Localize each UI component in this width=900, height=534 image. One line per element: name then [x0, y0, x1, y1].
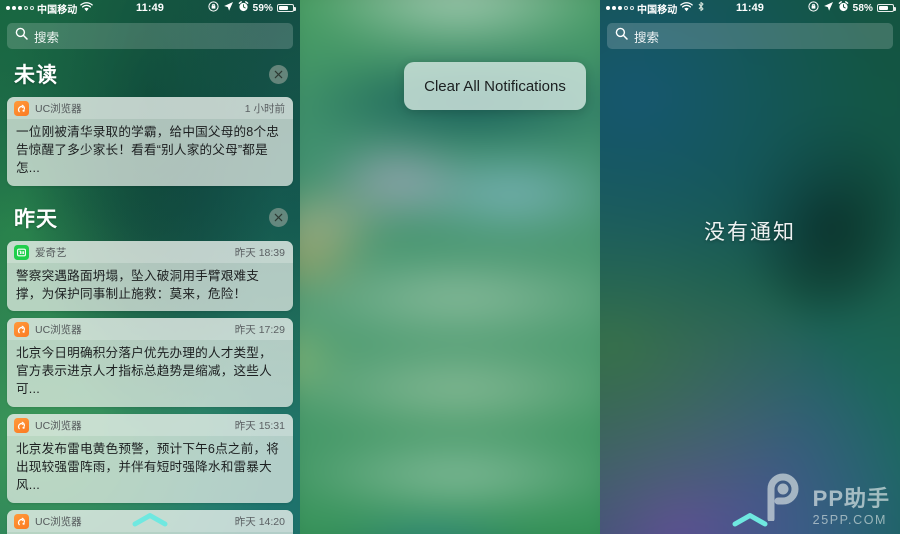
watermark-pp-assistant: PP助手 25PP.COM — [761, 473, 890, 526]
status-bar-right: 中国移动 11:49 58% — [600, 0, 900, 16]
status-right-group: 59% — [208, 1, 296, 15]
uc-browser-icon — [14, 418, 29, 433]
notification-card[interactable]: UC浏览器 1 小时前 一位刚被清华录取的学霸，给中国父母的8个忠告惊醒了多少家… — [7, 97, 293, 186]
close-icon — [274, 70, 283, 78]
status-bar-left: 中国移动 11:49 59% — [0, 0, 300, 16]
alarm-clock-icon — [238, 1, 249, 15]
wifi-icon — [80, 1, 94, 15]
group-title: 未读 — [14, 64, 58, 87]
notification-app-name: UC浏览器 — [35, 420, 82, 432]
notification-body: 警察突遇路面坍塌，坠入破洞用手臂艰难支撑，为保护同事制止施救：莫来，危险！ — [16, 268, 260, 301]
pp-logo-icon — [761, 473, 807, 526]
clear-all-notifications-button[interactable]: Clear All Notifications — [404, 62, 586, 110]
notification-body: 北京今日明确积分落户优先办理的人才类型，官方表示进京人才指标总趋势是缩减，这些人… — [16, 346, 272, 397]
close-icon — [274, 213, 283, 222]
location-arrow-icon — [223, 1, 234, 15]
clear-all-label: Clear All Notifications — [424, 77, 566, 95]
uc-browser-icon — [14, 322, 29, 338]
battery-icon — [877, 4, 896, 12]
carrier-label: 中国移动 — [637, 4, 678, 16]
search-field-left[interactable]: 搜索 — [7, 23, 293, 49]
iqiyi-icon — [14, 244, 29, 260]
chevron-up-handle-left[interactable] — [0, 512, 300, 528]
notification-time: 昨天 18:39 — [234, 246, 285, 259]
search-icon — [15, 27, 28, 45]
group-header-yesterday: 昨天 — [0, 193, 300, 241]
screenshot-root: 中国移动 11:49 59% 搜索 未读 UC浏览器 1 小时前 一位刚被清华录… — [0, 0, 900, 534]
carrier-label: 中国移动 — [37, 4, 78, 16]
notification-app-name: UC浏览器 — [35, 103, 82, 115]
search-placeholder: 搜索 — [634, 30, 660, 45]
search-icon — [615, 27, 628, 45]
battery-percent-label: 58% — [852, 2, 873, 14]
wifi-icon — [680, 1, 694, 15]
group-title: 昨天 — [14, 207, 58, 231]
panel-clear-all-confirm: Clear All Notifications — [300, 0, 600, 534]
panel-notification-center: 中国移动 11:49 59% 搜索 未读 UC浏览器 1 小时前 一位刚被清华录… — [0, 0, 300, 534]
uc-browser-icon — [14, 101, 29, 116]
notification-app-name: UC浏览器 — [35, 324, 82, 337]
notification-time: 昨天 15:31 — [234, 420, 285, 432]
location-arrow-icon — [823, 1, 834, 15]
wallpaper-right-blurred — [600, 0, 900, 534]
battery-icon — [277, 4, 296, 12]
notification-time: 昨天 17:29 — [234, 324, 285, 337]
status-left-group: 中国移动 — [606, 1, 706, 16]
search-field-right[interactable]: 搜索 — [607, 23, 893, 49]
notification-app-name: 爱奇艺 — [35, 246, 67, 259]
rotation-lock-icon — [208, 1, 219, 15]
watermark-text: PP助手 25PP.COM — [812, 485, 890, 527]
rotation-lock-icon — [808, 1, 819, 15]
notification-body: 一位刚被清华录取的学霸，给中国父母的8个忠告惊醒了多少家长！看看“别人家的父母”… — [16, 125, 280, 175]
notification-body: 北京发布雷电黄色预警，预计下午6点之前，将出现较强雷阵雨，并伴有短时强降水和雷暴… — [16, 442, 280, 492]
signal-dots-icon — [606, 6, 634, 10]
notification-card[interactable]: 爱奇艺 昨天 18:39 警察突遇路面坍塌，坠入破洞用手臂艰难支撑，为保护同事制… — [7, 240, 293, 312]
signal-dots-icon — [6, 6, 34, 10]
alarm-clock-icon — [838, 1, 849, 15]
notification-time: 1 小时前 — [244, 103, 285, 115]
notification-header: UC浏览器 1 小时前 — [7, 97, 293, 119]
clear-group-button-yesterday[interactable] — [269, 208, 288, 228]
notification-card[interactable]: UC浏览器 昨天 15:31 北京发布雷电黄色预警，预计下午6点之前，将出现较强… — [7, 414, 293, 503]
search-placeholder: 搜索 — [34, 30, 60, 45]
clear-group-button-unread[interactable] — [269, 64, 288, 84]
notification-header: UC浏览器 昨天 15:31 — [7, 414, 293, 436]
empty-state-label: 没有通知 — [704, 221, 796, 244]
status-left-group: 中国移动 — [6, 1, 94, 16]
notification-header: UC浏览器 昨天 17:29 — [7, 318, 293, 341]
watermark-subtitle: 25PP.COM — [812, 512, 888, 527]
notification-header: 爱奇艺 昨天 18:39 — [7, 240, 293, 263]
bluetooth-sync-icon — [696, 1, 706, 15]
group-header-unread: 未读 — [0, 49, 300, 97]
status-right-group: 58% — [808, 1, 896, 15]
panel-empty-notification-center: 中国移动 11:49 58% 搜索 没有通知 PP助手 25PP.COM — [600, 0, 900, 534]
watermark-title: PP助手 — [812, 485, 890, 511]
battery-percent-label: 59% — [252, 2, 273, 14]
notification-card[interactable]: UC浏览器 昨天 17:29 北京今日明确积分落户优先办理的人才类型，官方表示进… — [7, 318, 293, 407]
